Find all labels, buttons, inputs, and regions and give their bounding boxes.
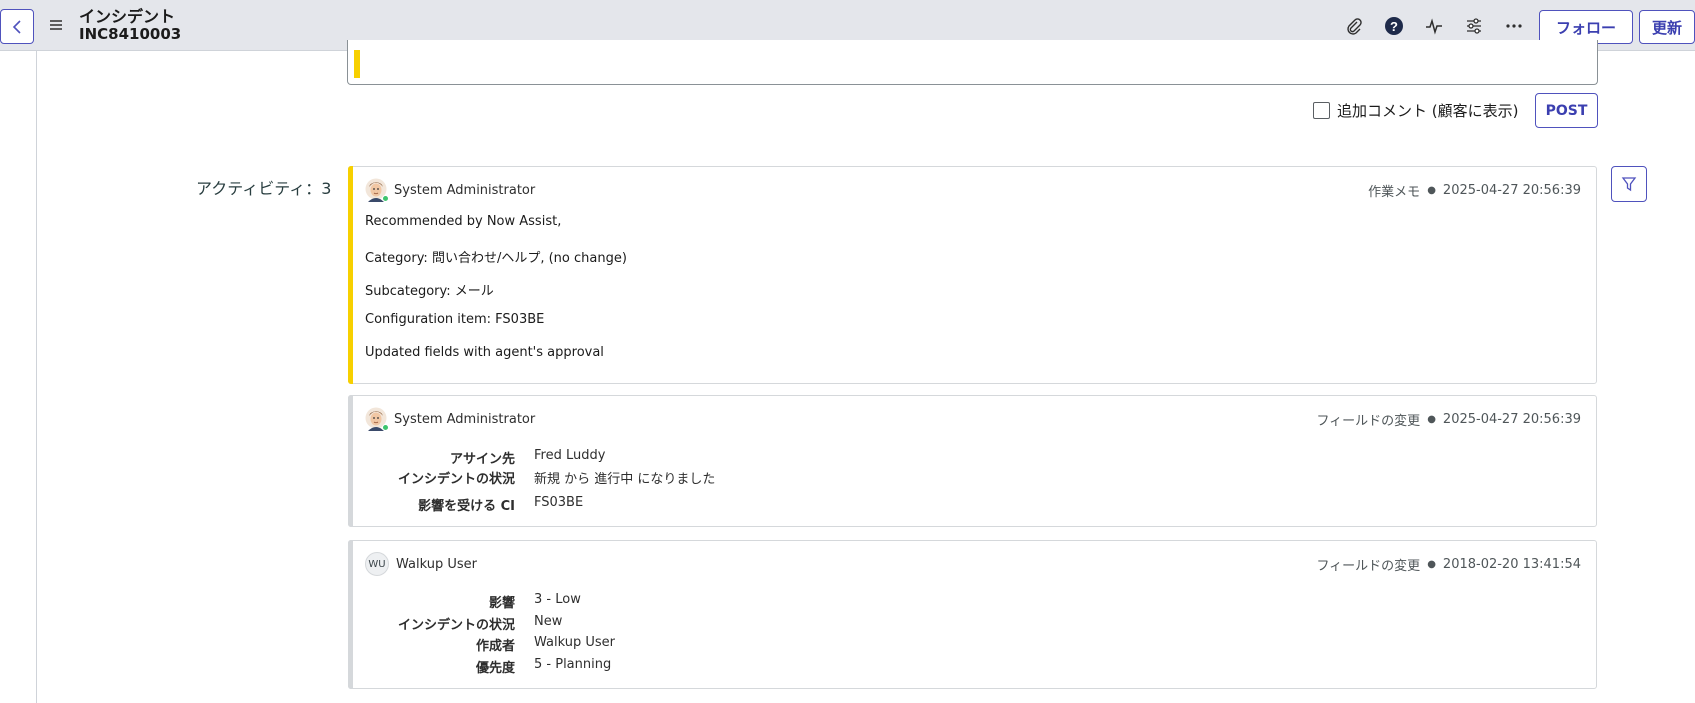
note-line: Updated fields with agent's approval xyxy=(365,345,604,360)
chevron-left-icon xyxy=(12,19,21,34)
entry-meta: フィールドの変更 ● 2018-02-20 13:41:54 xyxy=(1316,555,1581,574)
field-change-bar xyxy=(348,540,353,689)
work-note-bar xyxy=(348,166,353,384)
entry-meta: 作業メモ ● 2025-04-27 20:56:39 xyxy=(1368,181,1581,200)
field-label: 作成者 xyxy=(475,639,515,654)
entry-header: WU Walkup User xyxy=(365,552,477,576)
field-label: 優先度 xyxy=(475,661,515,676)
paperclip-icon[interactable] xyxy=(1343,15,1365,37)
settings-sliders-icon[interactable] xyxy=(1463,15,1485,37)
entry-timestamp: 2025-04-27 20:56:39 xyxy=(1442,183,1581,198)
follow-button[interactable]: フォロー xyxy=(1539,10,1633,44)
author-name[interactable]: Walkup User xyxy=(396,557,477,572)
field-label: 影響 xyxy=(488,596,515,611)
online-status-indicator xyxy=(382,424,389,431)
avatar[interactable] xyxy=(365,407,389,431)
note-line: Category: 問い合わせ/ヘルプ, (no change) xyxy=(365,251,627,266)
field-value: 新規 から 進行中 になりました xyxy=(534,472,716,487)
activity-entry-work-note: System Administrator 作業メモ ● 2025-04-27 2… xyxy=(348,166,1597,384)
activity-entry-field-change: WU Walkup User フィールドの変更 ● 2018-02-20 13:… xyxy=(348,540,1597,689)
separator-dot: ● xyxy=(1427,414,1436,425)
entry-header: System Administrator xyxy=(365,178,535,202)
entry-type: フィールドの変更 xyxy=(1316,559,1421,574)
online-status-indicator xyxy=(382,195,389,202)
field-label: アサイン先 xyxy=(449,452,515,467)
entry-header: System Administrator xyxy=(365,407,535,431)
field-value: 5 - Planning xyxy=(534,657,612,672)
additional-comment-checkbox[interactable] xyxy=(1313,102,1330,119)
additional-comment-toggle[interactable]: 追加コメント (顧客に表示) xyxy=(1313,100,1518,121)
activity-count-label: アクティビティ：3 xyxy=(196,179,332,198)
post-button[interactable]: POST xyxy=(1535,93,1598,128)
author-name[interactable]: System Administrator xyxy=(394,183,535,198)
avatar[interactable] xyxy=(365,178,389,202)
field-value: 3 - Low xyxy=(534,592,581,607)
additional-comment-label: 追加コメント (顧客に表示) xyxy=(1337,102,1519,120)
record-number: INC8410003 xyxy=(79,25,182,43)
field-label: 影響を受ける CI xyxy=(418,499,515,514)
field-change-bar xyxy=(348,395,353,527)
left-divider xyxy=(36,51,37,703)
page-title: インシデント xyxy=(79,7,176,26)
field-value: Walkup User xyxy=(534,635,615,650)
back-button[interactable] xyxy=(0,9,34,44)
entry-type: フィールドの変更 xyxy=(1316,414,1421,429)
field-label: インシデントの状況 xyxy=(397,618,515,633)
field-label: インシデントの状況 xyxy=(397,472,515,487)
more-options-icon[interactable] xyxy=(1503,15,1525,37)
update-button[interactable]: 更新 xyxy=(1639,10,1695,44)
note-line: Recommended by Now Assist, xyxy=(365,214,562,229)
note-line: Configuration item: FS03BE xyxy=(365,312,545,327)
help-icon[interactable]: ? xyxy=(1383,15,1405,37)
activity-entry-field-change: System Administrator フィールドの変更 ● 2025-04-… xyxy=(348,395,1597,527)
field-value: FS03BE xyxy=(534,495,584,510)
svg-text:?: ? xyxy=(1390,19,1398,34)
menu-icon[interactable] xyxy=(48,17,64,33)
activity-filter-button[interactable] xyxy=(1611,166,1647,202)
avatar[interactable]: WU xyxy=(365,552,389,576)
field-value: Fred Luddy xyxy=(534,448,606,463)
filter-icon xyxy=(1621,177,1637,192)
author-name[interactable]: System Administrator xyxy=(394,412,535,427)
activity-pulse-icon[interactable] xyxy=(1423,15,1445,37)
entry-meta: フィールドの変更 ● 2025-04-27 20:56:39 xyxy=(1316,410,1581,429)
entry-timestamp: 2018-02-20 13:41:54 xyxy=(1442,557,1581,572)
entry-timestamp: 2025-04-27 20:56:39 xyxy=(1442,412,1581,427)
comment-textarea[interactable] xyxy=(347,40,1598,85)
separator-dot: ● xyxy=(1427,559,1436,570)
note-line: Subcategory: メール xyxy=(365,284,494,299)
record-title: インシデント INC8410003 xyxy=(79,8,181,43)
field-value: New xyxy=(534,614,563,629)
separator-dot: ● xyxy=(1427,185,1436,196)
entry-type: 作業メモ xyxy=(1368,185,1421,200)
work-note-indicator xyxy=(354,50,360,78)
